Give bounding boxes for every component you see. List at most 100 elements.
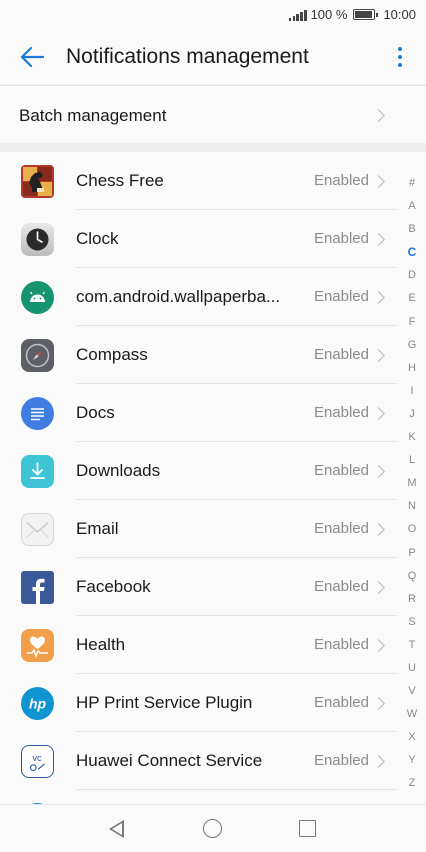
chevron-right-icon — [372, 697, 385, 710]
app-name: Docs — [76, 403, 115, 422]
index-letter[interactable]: A — [408, 195, 415, 218]
compass-icon — [21, 339, 54, 372]
battery-icon — [353, 9, 379, 20]
chevron-right-icon — [372, 523, 385, 536]
index-letter[interactable]: X — [408, 726, 415, 749]
app-name: Clock — [76, 229, 119, 248]
list-item-partial[interactable] — [0, 790, 426, 804]
chevron-right-icon — [372, 639, 385, 652]
index-letter[interactable]: O — [408, 518, 417, 541]
app-name: Facebook — [76, 577, 151, 596]
index-letter[interactable]: Z — [409, 772, 416, 795]
index-letter[interactable]: Q — [408, 565, 417, 588]
alphabet-index[interactable]: # A B C D E F G H I J K L M N O P Q R S T U V W X Y Z — [406, 172, 418, 796]
app-status: Enabled — [313, 752, 369, 769]
chevron-right-icon — [372, 755, 385, 768]
index-letter[interactable]: V — [408, 680, 415, 703]
list-item-facebook[interactable]: Facebook Enabled — [0, 558, 426, 616]
app-bar: Notifications management — [0, 30, 426, 84]
chevron-right-icon — [372, 109, 385, 122]
app-name: Health — [76, 635, 126, 654]
app-name: Email — [76, 519, 119, 538]
status-bar: 100 % 10:00 — [0, 0, 426, 30]
index-letter[interactable]: P — [408, 542, 415, 565]
svg-text:hp: hp — [29, 696, 47, 712]
app-status: Enabled — [313, 636, 369, 653]
list-item-hp-print[interactable]: hp HP Print Service Plugin Enabled — [0, 674, 426, 732]
chevron-right-icon — [372, 465, 385, 478]
list-item-health[interactable]: Health Enabled — [0, 616, 426, 674]
batch-management-row[interactable]: Batch management — [0, 85, 426, 143]
arrow-left-icon — [20, 46, 45, 68]
huawei-connect-icon: vc — [21, 745, 54, 778]
list-item-email[interactable]: Email Enabled — [0, 500, 426, 558]
chevron-right-icon — [372, 581, 385, 594]
status-indicators: 100 % 10:00 — [288, 7, 416, 22]
index-letter[interactable]: W — [407, 703, 417, 726]
list-item-compass[interactable]: Compass Enabled — [0, 326, 426, 384]
index-letter[interactable]: S — [408, 611, 415, 634]
chevron-right-icon — [372, 349, 385, 362]
list-item-huawei-connect[interactable]: vc Huawei Connect Service Enabled — [0, 732, 426, 790]
app-status: Enabled — [313, 172, 369, 189]
hp-icon: hp — [21, 687, 54, 720]
more-options-button[interactable] — [388, 42, 412, 72]
index-letter[interactable]: C — [408, 241, 417, 264]
index-letter[interactable]: U — [408, 657, 416, 680]
index-letter[interactable]: I — [410, 380, 413, 403]
app-status: Enabled — [313, 230, 369, 247]
list-item-wallpaper[interactable]: com.android.wallpaperba... Enabled — [0, 268, 426, 326]
app-list: Chess Free Enabled Clock Enabled com.and… — [0, 152, 426, 804]
index-letter[interactable]: R — [408, 588, 416, 611]
index-letter[interactable]: D — [408, 264, 416, 287]
index-letter[interactable]: Y — [408, 749, 415, 772]
index-letter[interactable]: M — [407, 472, 416, 495]
android-icon — [21, 281, 54, 314]
battery-percent: 100 % — [310, 7, 348, 22]
nav-home-icon[interactable] — [203, 819, 222, 838]
app-status: Enabled — [313, 578, 369, 595]
index-letter[interactable]: E — [408, 287, 415, 310]
health-icon — [21, 629, 54, 662]
download-icon — [21, 455, 54, 488]
chevron-right-icon — [372, 233, 385, 246]
chevron-right-icon — [372, 407, 385, 420]
app-status: Enabled — [313, 288, 369, 305]
index-letter[interactable]: H — [408, 357, 416, 380]
chess-icon — [21, 165, 54, 198]
more-vertical-icon — [398, 47, 402, 51]
docs-icon — [21, 397, 54, 430]
section-divider — [0, 143, 426, 152]
app-name: Downloads — [76, 461, 161, 480]
index-letter[interactable]: J — [409, 403, 415, 426]
index-letter[interactable]: T — [409, 634, 416, 657]
list-item-clock[interactable]: Clock Enabled — [0, 210, 426, 268]
index-letter[interactable]: B — [408, 218, 415, 241]
index-letter[interactable]: K — [408, 426, 415, 449]
list-item-downloads[interactable]: Downloads Enabled — [0, 442, 426, 500]
index-letter[interactable]: G — [408, 334, 417, 357]
index-letter[interactable]: F — [409, 311, 416, 334]
app-name: Huawei Connect Service — [76, 751, 263, 770]
app-name: Chess Free — [76, 171, 164, 190]
app-status: Enabled — [313, 520, 369, 537]
nav-back-icon[interactable] — [109, 820, 124, 838]
svg-text:vc: vc — [32, 752, 42, 763]
email-icon — [21, 513, 54, 546]
back-button[interactable] — [18, 42, 48, 72]
index-letter[interactable]: # — [409, 172, 415, 195]
app-name: com.android.wallpaperba... — [76, 287, 281, 306]
facebook-icon — [21, 571, 54, 604]
chevron-right-icon — [372, 291, 385, 304]
list-item-chess-free[interactable]: Chess Free Enabled — [0, 152, 426, 210]
nav-recent-apps-icon[interactable] — [299, 820, 316, 837]
page-title: Notifications management — [66, 45, 309, 68]
index-letter[interactable]: N — [408, 495, 416, 518]
app-status: Enabled — [313, 346, 369, 363]
index-letter[interactable]: L — [409, 449, 415, 472]
list-item-docs[interactable]: Docs Enabled — [0, 384, 426, 442]
app-name: HP Print Service Plugin — [76, 693, 253, 712]
app-status: Enabled — [313, 462, 369, 479]
navigation-bar — [0, 804, 426, 852]
app-status: Enabled — [313, 404, 369, 421]
